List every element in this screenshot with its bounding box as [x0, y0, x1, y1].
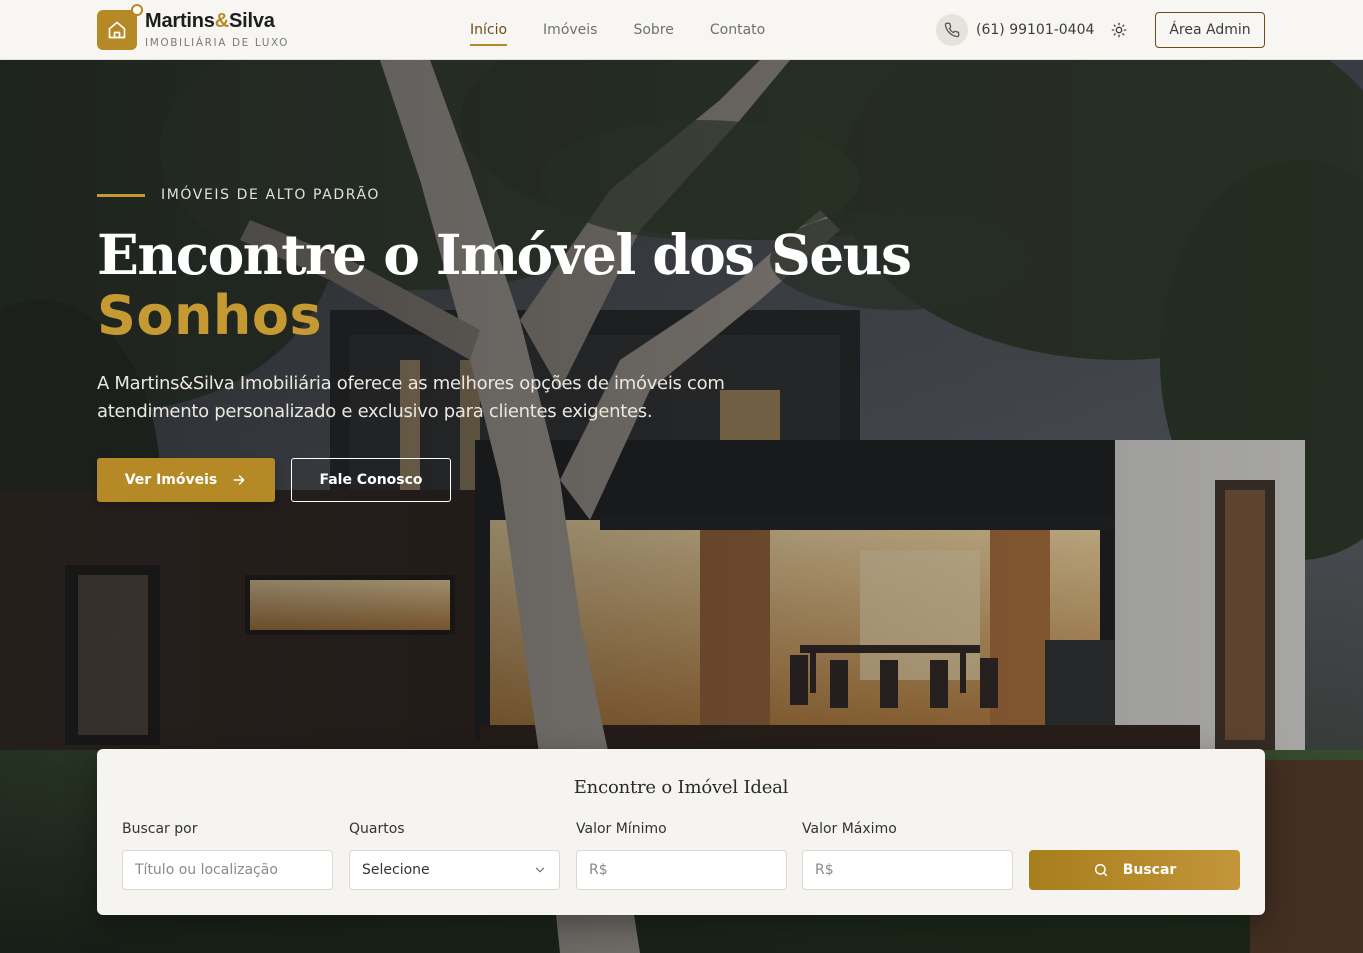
search-icon — [1094, 863, 1107, 877]
bedrooms-label: Quartos — [349, 821, 405, 837]
bedrooms-select-value: Selecione — [362, 862, 430, 878]
chevron-down-icon — [535, 867, 545, 873]
max-price-input[interactable]: R$ — [802, 850, 1013, 890]
brand-subtitle: IMOBILIÁRIA DE LUXO — [145, 37, 290, 49]
search-button-label: Buscar — [1122, 862, 1177, 878]
admin-area-button[interactable]: Área Admin — [1155, 12, 1265, 48]
phone-number: (61) 99101-0404 — [976, 22, 1095, 38]
nav-link-contato[interactable]: Contato — [710, 0, 765, 60]
search-input[interactable]: Título ou localização — [122, 850, 333, 890]
eyebrow-line — [97, 194, 145, 197]
view-properties-label: Ver Imóveis — [124, 472, 218, 488]
hero-title-highlight: Sonhos — [97, 284, 323, 347]
search-card-title: Encontre o Imóvel Ideal — [573, 777, 789, 798]
property-search-card: Encontre o Imóvel Ideal Buscar por Títul… — [97, 749, 1265, 915]
main-nav: Início Imóveis Sobre Contato — [470, 0, 801, 60]
hero-description: A Martins&Silva Imobiliária oferece as m… — [97, 373, 725, 422]
phone-contact[interactable]: (61) 99101-0404 — [936, 14, 1094, 46]
search-button[interactable]: Buscar — [1029, 850, 1240, 890]
brand-name[interactable]: Martins&Silva — [145, 10, 275, 33]
sun-icon[interactable] — [1109, 20, 1129, 40]
hero-title: Encontre o Imóvel dos Seus — [97, 222, 912, 287]
arrow-right-icon — [233, 475, 245, 485]
logo-home-icon[interactable] — [97, 4, 143, 50]
nav-link-inicio[interactable]: Início — [470, 0, 508, 60]
max-price-label: Valor Máximo — [802, 821, 897, 837]
nav-link-imoveis[interactable]: Imóveis — [543, 0, 597, 60]
nav-link-sobre[interactable]: Sobre — [633, 0, 673, 60]
search-by-label: Buscar por — [122, 821, 198, 837]
view-properties-button[interactable]: Ver Imóveis — [97, 458, 275, 502]
contact-us-button[interactable]: Fale Conosco — [291, 458, 451, 502]
logo-dot — [131, 4, 143, 16]
phone-icon — [936, 14, 968, 46]
min-price-input[interactable]: R$ — [576, 850, 787, 890]
hero-eyebrow: IMÓVEIS DE ALTO PADRÃO — [161, 187, 381, 203]
min-price-label: Valor Mínimo — [576, 821, 667, 837]
bedrooms-select[interactable]: Selecione — [349, 850, 560, 890]
top-navbar: Martins&Silva IMOBILIÁRIA DE LUXO Início… — [0, 0, 1363, 60]
